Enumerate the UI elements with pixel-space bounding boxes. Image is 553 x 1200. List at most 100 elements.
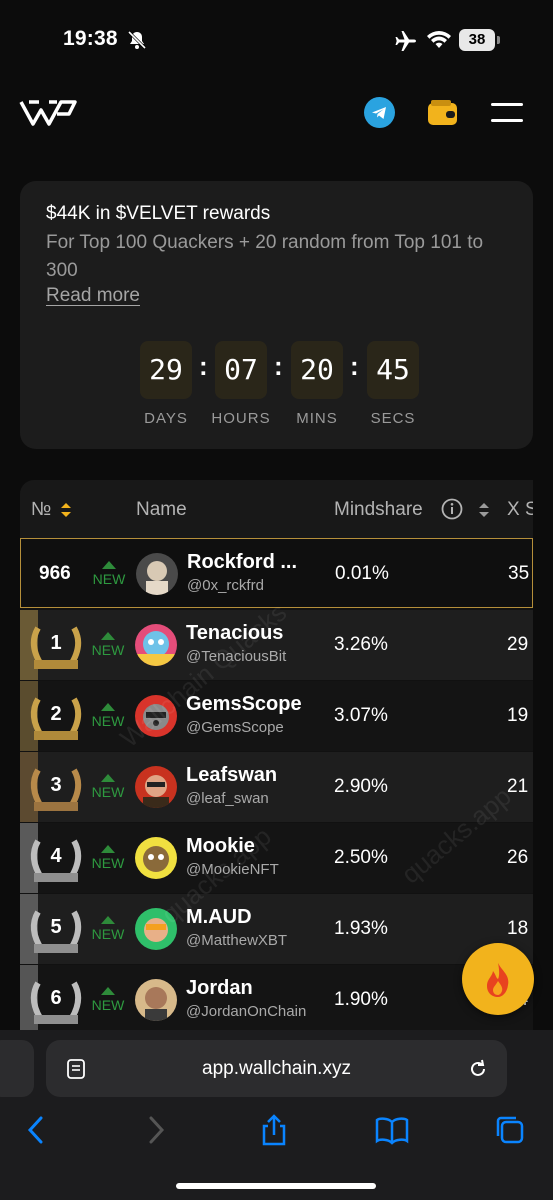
- airplane-icon: [394, 30, 418, 57]
- rank-header[interactable]: №: [31, 499, 51, 521]
- xs-header[interactable]: X S: [507, 499, 533, 521]
- rewards-description: For Top 100 Quackers + 20 random from To…: [46, 232, 484, 281]
- arrow-up-icon: [101, 916, 115, 924]
- previous-tab[interactable]: [0, 1040, 34, 1097]
- countdown-secs-label: SECS: [370, 410, 416, 427]
- xs-value: 26: [507, 847, 529, 868]
- fire-button[interactable]: [462, 943, 534, 1015]
- user-handle: @leaf_swan: [186, 790, 269, 807]
- status-time: 19:38: [63, 27, 118, 50]
- tabs-icon[interactable]: [494, 1114, 526, 1151]
- xs-value: 18: [507, 918, 529, 939]
- rewards-title: $44K in $VELVET rewards: [46, 203, 271, 224]
- countdown-mins-label: MINS: [296, 410, 338, 427]
- arrow-up-icon: [101, 987, 115, 995]
- app-header: [0, 82, 553, 148]
- rank: 4: [50, 845, 62, 867]
- avatar: [135, 837, 177, 879]
- xs-value: 35: [508, 563, 530, 584]
- rewards-card: $44K in $VELVET rewards For Top 100 Quac…: [20, 181, 533, 449]
- rank: 966: [39, 563, 71, 584]
- user-name: Mookie: [186, 835, 255, 857]
- mindshare-header[interactable]: Mindshare: [334, 499, 423, 521]
- fire-icon: [487, 963, 509, 997]
- countdown-mins: 20: [291, 341, 343, 399]
- sort-icon[interactable]: [478, 502, 490, 524]
- wallchain-logo-icon[interactable]: [19, 94, 77, 133]
- mindshare-value: 1.93%: [334, 918, 388, 939]
- new-badge: NEW: [90, 987, 126, 1013]
- table-row[interactable]: 2 NEW GemsScope @GemsScope 3.07% 19: [20, 681, 533, 751]
- mindshare-value: 2.90%: [334, 776, 388, 797]
- wallet-icon[interactable]: [427, 99, 459, 132]
- new-badge: NEW: [90, 703, 126, 729]
- table-row[interactable]: 5 NEW M.AUD @MatthewXBT 1.93% 18: [20, 894, 533, 964]
- user-handle: @GemsScope: [186, 719, 284, 736]
- rank: 1: [50, 632, 62, 654]
- mindshare-value: 3.07%: [334, 705, 388, 726]
- share-icon[interactable]: [258, 1114, 290, 1151]
- reload-icon[interactable]: [466, 1057, 490, 1086]
- name-header: Name: [136, 499, 187, 520]
- back-icon[interactable]: [26, 1114, 46, 1151]
- user-name: M.AUD: [186, 906, 252, 928]
- current-user-row[interactable]: 966 NEW Rockford ... @0x_rckfrd 0.01% 35: [20, 538, 533, 608]
- new-badge: NEW: [90, 632, 126, 658]
- mindshare-value: 0.01%: [335, 563, 389, 584]
- avatar: [135, 624, 177, 666]
- url-text: app.wallchain.xyz: [202, 1058, 351, 1079]
- xs-value: 19: [507, 705, 529, 726]
- user-name: Leafswan: [186, 764, 278, 786]
- user-handle: @0x_rckfrd: [187, 577, 264, 594]
- new-badge: NEW: [91, 561, 127, 587]
- bookmarks-icon[interactable]: [374, 1114, 410, 1151]
- wifi-icon: [426, 30, 452, 55]
- table-row[interactable]: 6 NEW Jordan @JordanOnChain 1.90% 14: [20, 965, 533, 1035]
- table-row[interactable]: 4 NEW Mookie @MookieNFT 2.50% 26: [20, 823, 533, 893]
- arrow-up-icon: [101, 632, 115, 640]
- xs-value: 21: [507, 776, 529, 797]
- arrow-up-icon: [101, 845, 115, 853]
- countdown-separator: :: [199, 351, 208, 381]
- home-indicator[interactable]: [176, 1183, 376, 1189]
- user-handle: @TenaciousBit: [186, 648, 287, 665]
- xs-value: 29: [507, 634, 529, 655]
- table-row[interactable]: 3 NEW Leafswan @leaf_swan 2.90% 21: [20, 752, 533, 822]
- new-badge: NEW: [90, 774, 126, 800]
- mindshare-value: 1.90%: [334, 989, 388, 1010]
- arrow-up-icon: [101, 703, 115, 711]
- user-handle: @MatthewXBT: [186, 932, 288, 949]
- rank: 5: [50, 916, 62, 938]
- status-bar: 19:38 38: [0, 0, 553, 82]
- countdown-separator: :: [274, 351, 283, 381]
- url-bar[interactable]: app.wallchain.xyz: [46, 1040, 507, 1097]
- avatar: [135, 908, 177, 950]
- mindshare-value: 3.26%: [334, 634, 388, 655]
- user-name: Jordan: [186, 977, 253, 999]
- rank: 2: [50, 703, 62, 725]
- arrow-up-icon: [102, 561, 116, 569]
- battery-icon: 38: [459, 29, 495, 51]
- info-icon[interactable]: [441, 498, 463, 526]
- new-badge: NEW: [90, 845, 126, 871]
- user-handle: @JordanOnChain: [186, 1003, 307, 1020]
- avatar: [135, 695, 177, 737]
- arrow-up-icon: [101, 774, 115, 782]
- table-row[interactable]: 1 NEW Tenacious @TenaciousBit 3.26% 29: [20, 610, 533, 680]
- new-badge: NEW: [90, 916, 126, 942]
- leaderboard-table: № Name Mindshare X S 966 NEW Rockford ..…: [20, 480, 533, 1040]
- forward-icon[interactable]: [146, 1114, 166, 1151]
- avatar: [136, 553, 178, 595]
- countdown-days-label: DAYS: [144, 410, 188, 427]
- user-name: GemsScope: [186, 693, 302, 715]
- sort-icon[interactable]: [60, 502, 72, 524]
- rank: 6: [50, 987, 62, 1009]
- bell-muted-icon: [127, 30, 147, 55]
- telegram-icon[interactable]: [364, 97, 395, 128]
- user-handle: @MookieNFT: [186, 861, 279, 878]
- hamburger-menu-icon[interactable]: [491, 101, 523, 130]
- avatar: [135, 979, 177, 1021]
- mindshare-value: 2.50%: [334, 847, 388, 868]
- user-name: Tenacious: [186, 622, 284, 644]
- read-more-link[interactable]: Read more: [46, 285, 140, 307]
